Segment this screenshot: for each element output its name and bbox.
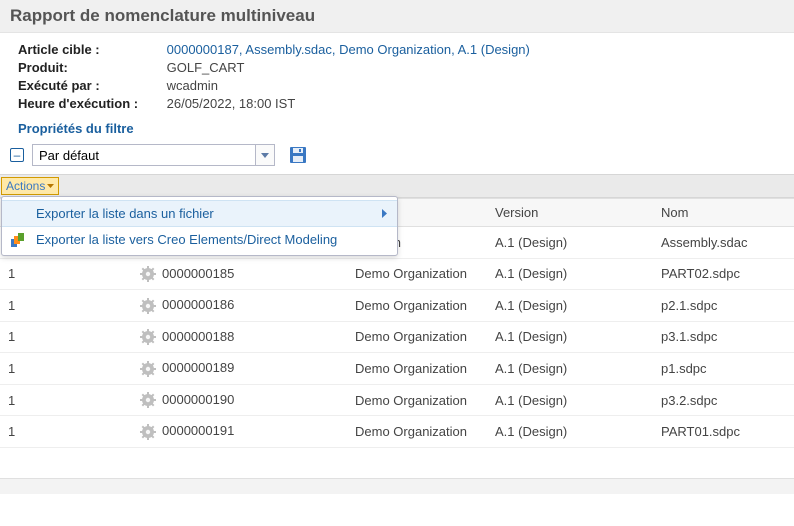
actions-dropdown: Exporter la liste dans un fichier Export… bbox=[1, 196, 398, 256]
cad-export-icon bbox=[10, 232, 26, 248]
gear-icon bbox=[140, 329, 156, 345]
gear-icon bbox=[140, 266, 156, 282]
title-bar: Rapport de nomenclature multiniveau bbox=[0, 0, 794, 33]
cell-name: p3.1.sdpc bbox=[653, 321, 794, 353]
cell-depth: 1 bbox=[0, 416, 106, 448]
cell-name: PART01.sdpc bbox=[653, 416, 794, 448]
page-title: Rapport de nomenclature multiniveau bbox=[10, 6, 784, 26]
menu-export-list[interactable]: Exporter la liste dans un fichier bbox=[2, 200, 397, 227]
cell-version: A.1 (Design) bbox=[487, 416, 653, 448]
table-row: 1 0000000191 Demo OrganizationA.1 (Design)… bbox=[0, 416, 794, 448]
cell-depth: 1 bbox=[0, 353, 106, 385]
chevron-right-icon bbox=[382, 209, 387, 218]
menu-export-list-label: Exporter la liste dans un fichier bbox=[36, 206, 214, 221]
cell-number: 0000000190 bbox=[106, 384, 347, 416]
cell-org[interactable]: Demo Organization bbox=[347, 258, 487, 290]
meta-value-executed-by: wcadmin bbox=[167, 77, 218, 95]
cell-number-text: 0000000189 bbox=[162, 360, 234, 375]
view-combo[interactable] bbox=[32, 144, 275, 166]
chevron-down-icon bbox=[47, 184, 54, 188]
cell-number: 0000000186 bbox=[106, 290, 347, 322]
gear-icon bbox=[140, 392, 156, 408]
view-combo-trigger[interactable] bbox=[256, 144, 275, 166]
cell-depth: 1 bbox=[0, 321, 106, 353]
meta-label-executed-time: Heure d'exécution : bbox=[18, 95, 163, 113]
cell-version: A.1 (Design) bbox=[487, 384, 653, 416]
chevron-down-icon bbox=[261, 153, 269, 158]
filter-properties-link[interactable]: Propriétés du filtre bbox=[0, 117, 794, 142]
cell-version: A.1 (Design) bbox=[487, 321, 653, 353]
collapse-toggle-icon[interactable]: – bbox=[10, 148, 24, 162]
cell-number-text: 0000000188 bbox=[162, 329, 234, 344]
gear-icon bbox=[140, 361, 156, 377]
menu-export-creo[interactable]: Exporter la liste vers Creo Elements/Dir… bbox=[2, 227, 397, 252]
cell-number: 0000000191 bbox=[106, 416, 347, 448]
menu-export-creo-label: Exporter la liste vers Creo Elements/Dir… bbox=[36, 232, 337, 247]
toolbar: Actions Exporter la liste dans un fichie… bbox=[0, 174, 794, 198]
col-name[interactable]: Nom bbox=[653, 199, 794, 227]
meta-block: Article cible : 0000000187, Assembly.sda… bbox=[0, 33, 794, 117]
cell-version: A.1 (Design) bbox=[487, 258, 653, 290]
table-row: 1 0000000186 Demo OrganizationA.1 (Design)… bbox=[0, 290, 794, 322]
cell-depth: 1 bbox=[0, 290, 106, 322]
cell-name: p3.2.sdpc bbox=[653, 384, 794, 416]
meta-value-product: GOLF_CART bbox=[167, 59, 245, 77]
cell-number-text: 0000000190 bbox=[162, 392, 234, 407]
table-row: 1 0000000190 Demo OrganizationA.1 (Design)… bbox=[0, 384, 794, 416]
table-row: 1 0000000189 Demo OrganizationA.1 (Design)… bbox=[0, 353, 794, 385]
cell-number-text: 0000000186 bbox=[162, 297, 234, 312]
cell-number-text: 0000000185 bbox=[162, 266, 234, 281]
view-combo-input[interactable] bbox=[32, 144, 256, 166]
actions-button-label: Actions bbox=[6, 179, 45, 193]
cell-version: A.1 (Design) bbox=[487, 227, 653, 259]
meta-label-executed-by: Exécuté par : bbox=[18, 77, 163, 95]
cell-name: p1.sdpc bbox=[653, 353, 794, 385]
gear-icon bbox=[140, 298, 156, 314]
cell-number: 0000000189 bbox=[106, 353, 347, 385]
save-icon[interactable] bbox=[289, 146, 307, 164]
cell-depth: 1 bbox=[0, 384, 106, 416]
meta-label-product: Produit: bbox=[18, 59, 163, 77]
cell-name: Assembly.sdac bbox=[653, 227, 794, 259]
col-version[interactable]: Version bbox=[487, 199, 653, 227]
cell-org[interactable]: Demo Organization bbox=[347, 290, 487, 322]
cell-org[interactable]: Demo Organization bbox=[347, 353, 487, 385]
meta-value-target[interactable]: 0000000187, Assembly.sdac, Demo Organiza… bbox=[167, 41, 530, 59]
cell-name: p2.1.sdpc bbox=[653, 290, 794, 322]
meta-label-target: Article cible : bbox=[18, 41, 163, 59]
cell-org[interactable]: Demo Organization bbox=[347, 416, 487, 448]
cell-number: 0000000188 bbox=[106, 321, 347, 353]
table-row: 1 0000000185 Demo OrganizationA.1 (Design)… bbox=[0, 258, 794, 290]
gear-icon bbox=[140, 424, 156, 440]
cell-depth: 1 bbox=[0, 258, 106, 290]
cell-number-text: 0000000191 bbox=[162, 423, 234, 438]
cell-org[interactable]: Demo Organization bbox=[347, 384, 487, 416]
cell-version: A.1 (Design) bbox=[487, 353, 653, 385]
footer-bar bbox=[0, 478, 794, 494]
cell-number: 0000000185 bbox=[106, 258, 347, 290]
cell-version: A.1 (Design) bbox=[487, 290, 653, 322]
table-row: 1 0000000188 Demo OrganizationA.1 (Design)… bbox=[0, 321, 794, 353]
cell-org[interactable]: Demo Organization bbox=[347, 321, 487, 353]
cell-name: PART02.sdpc bbox=[653, 258, 794, 290]
actions-button[interactable]: Actions bbox=[1, 177, 59, 195]
meta-value-executed-time: 26/05/2022, 18:00 IST bbox=[167, 95, 296, 113]
view-row: – bbox=[0, 142, 794, 174]
